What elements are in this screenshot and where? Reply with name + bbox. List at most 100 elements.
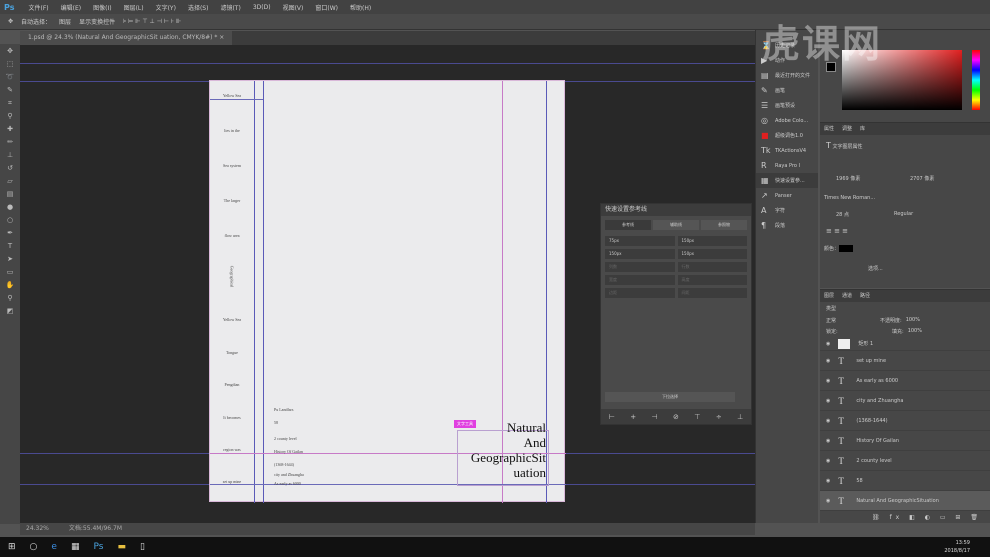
brush-tool-icon[interactable]: ✏ — [7, 138, 13, 148]
align-right-icon[interactable]: ⊣ — [652, 413, 658, 421]
eye-icon[interactable]: ◉ — [826, 341, 830, 347]
clock[interactable]: 13:59 2018/8/17 — [944, 539, 970, 555]
height-field[interactable]: 高度 — [677, 275, 747, 285]
eye-icon[interactable]: ◉ — [826, 378, 830, 384]
dock-raya[interactable]: R Raya Pro I — [756, 158, 818, 173]
layer-filter-dropdown[interactable]: 类型 — [826, 305, 836, 312]
eye-icon[interactable]: ◉ — [826, 458, 830, 464]
edge-icon[interactable]: e — [51, 542, 57, 552]
type-tool-icon[interactable]: T — [8, 242, 12, 252]
history-brush-icon[interactable]: ↺ — [7, 164, 13, 174]
dock-brush-presets[interactable]: ☰ 画笔预设 — [756, 98, 818, 113]
color-swatches-icon[interactable]: ◩ — [7, 307, 14, 317]
gap-field[interactable]: 间距 — [677, 288, 747, 298]
zoom-level[interactable]: 24.32% — [26, 523, 49, 535]
path-select-icon[interactable]: ➤ — [7, 255, 13, 265]
layer-row[interactable]: ◉ T 2 county level — [820, 451, 990, 471]
stamp-tool-icon[interactable]: ⊥ — [7, 151, 13, 161]
dock-panser[interactable]: ↗ Panser — [756, 188, 818, 203]
eye-icon[interactable]: ◉ — [826, 418, 830, 424]
eye-icon[interactable]: ◉ — [826, 358, 830, 364]
layer-select-dropdown[interactable]: 图层 — [59, 17, 71, 26]
layer-row[interactable]: ◉ 矩形 1 — [820, 337, 990, 351]
dock-actions[interactable]: ▶ 动作 — [756, 53, 818, 68]
dodge-icon[interactable]: ○ — [7, 216, 13, 226]
menu-filter[interactable]: 滤镜(T) — [214, 3, 246, 12]
font-style-dropdown[interactable]: Regular — [894, 211, 913, 217]
dock-quick-guide[interactable]: ▦ 快速设置参... — [756, 173, 818, 188]
tab-helper[interactable]: 辅助线 — [653, 220, 699, 230]
width-field[interactable]: 宽度 — [605, 275, 675, 285]
tab-adjustments[interactable]: 调整 — [842, 123, 852, 135]
lasso-tool-icon[interactable]: ➰ — [6, 73, 15, 83]
zoom-tool-icon[interactable]: ⚲ — [7, 294, 12, 304]
dock-adobe-color[interactable]: ◎ Adobe Colo... — [756, 113, 818, 128]
layer-actions[interactable]: ⛓ fx ◧ ◐ ▭ ⊞ 🗑 — [872, 514, 982, 521]
search-icon[interactable]: ○ — [30, 542, 38, 552]
crop-tool-icon[interactable]: ⌗ — [8, 99, 12, 109]
opacity-field[interactable]: 100% — [906, 317, 920, 324]
text-color-swatch[interactable] — [839, 245, 854, 252]
width-value[interactable]: 1969 像素 — [836, 175, 860, 182]
preset-dropdown[interactable]: 下拉选择 — [605, 392, 735, 402]
eraser-icon[interactable]: ▱ — [7, 177, 12, 187]
right-margin-field[interactable]: 150px — [605, 249, 675, 259]
columns-field[interactable]: 列数 — [605, 262, 675, 272]
eye-icon[interactable]: ◉ — [826, 498, 830, 504]
height-value[interactable]: 2707 像素 — [910, 175, 934, 182]
healing-icon[interactable]: ✚ — [7, 125, 13, 135]
menu-type[interactable]: 文字(Y) — [150, 3, 182, 12]
document-page[interactable]: Yellow Sea lies in the Sea system The la… — [209, 80, 566, 503]
menu-image[interactable]: 图像(I) — [87, 3, 117, 12]
foreground-color-swatch[interactable] — [826, 62, 836, 72]
eye-icon[interactable]: ◉ — [826, 478, 830, 484]
dock-history[interactable]: ⌛ 历史记录 — [756, 38, 818, 53]
tab-guides[interactable]: 参考线 — [605, 220, 651, 230]
title-text[interactable]: Natural And GeographicSit uation — [471, 420, 546, 480]
tab-libraries[interactable]: 库 — [860, 123, 865, 135]
tab-properties[interactable]: 属性 — [824, 123, 834, 135]
clear-icon[interactable]: ⊘ — [673, 413, 679, 421]
hue-slider[interactable] — [972, 50, 980, 110]
windows-start-icon[interactable]: ⊞ — [8, 542, 16, 552]
eye-icon[interactable]: ◉ — [826, 398, 830, 404]
align-top-icon[interactable]: ⊤ — [694, 413, 700, 421]
menu-help[interactable]: 帮助(H) — [344, 3, 377, 12]
text-align-buttons[interactable]: ≡ ≡ ≡ — [826, 227, 848, 235]
menu-select[interactable]: 选择(S) — [182, 3, 215, 12]
font-family-dropdown[interactable]: Times New Roman... — [824, 195, 875, 201]
tab-reference[interactable]: 参照物 — [701, 220, 747, 230]
layer-row[interactable]: ◉ Tset up mine — [820, 351, 990, 371]
menu-window[interactable]: 窗口(W) — [309, 3, 344, 12]
blend-mode-dropdown[interactable]: 正常 — [826, 317, 876, 324]
align-bottom-icon[interactable]: ⊥ — [737, 413, 743, 421]
move-tool-icon[interactable]: ✥ — [7, 47, 13, 57]
layer-row[interactable]: ◉ T History Of Gailan — [820, 431, 990, 451]
guide-vertical[interactable] — [254, 81, 255, 503]
layer-row[interactable]: ◉ Tcity and Zhuangha — [820, 391, 990, 411]
tab-layers[interactable]: 图层 — [824, 290, 834, 302]
gradient-icon[interactable]: ▤ — [7, 190, 14, 200]
eyedropper-icon[interactable]: ⚲ — [7, 112, 12, 122]
dock-brush[interactable]: ✎ 画笔 — [756, 83, 818, 98]
file-explorer-icon[interactable]: ▬ — [117, 542, 126, 552]
top-margin-field[interactable]: 150px — [677, 236, 747, 246]
color-picker-field[interactable] — [842, 50, 962, 110]
calculator-icon[interactable]: ▦ — [71, 542, 80, 552]
show-transform-checkbox[interactable]: 显示变换控件 — [79, 17, 115, 26]
fill-field[interactable]: 100% — [908, 328, 922, 335]
rows-field[interactable]: 行数 — [677, 262, 747, 272]
layer-row[interactable]: ◉ T 58 — [820, 471, 990, 491]
guide-horizontal[interactable] — [210, 99, 263, 100]
dock-tkactions[interactable]: Tk TKActionsV4 — [756, 143, 818, 158]
layer-row[interactable]: ◉ T (1368-1644) — [820, 411, 990, 431]
bottom-margin-field[interactable]: 150px — [677, 249, 747, 259]
hand-tool-icon[interactable]: ✋ — [6, 281, 15, 291]
pen-tool-icon[interactable]: ✒ — [7, 229, 13, 239]
margin-field[interactable]: 边距 — [605, 288, 675, 298]
layer-row[interactable]: ◉ T As early as 6000 — [820, 371, 990, 391]
font-size-dropdown[interactable]: 28 点 — [836, 211, 849, 218]
guide-vertical[interactable] — [263, 81, 264, 503]
auto-select-checkbox[interactable]: 自动选择： — [21, 17, 51, 26]
dock-character[interactable]: A 字符 — [756, 203, 818, 218]
